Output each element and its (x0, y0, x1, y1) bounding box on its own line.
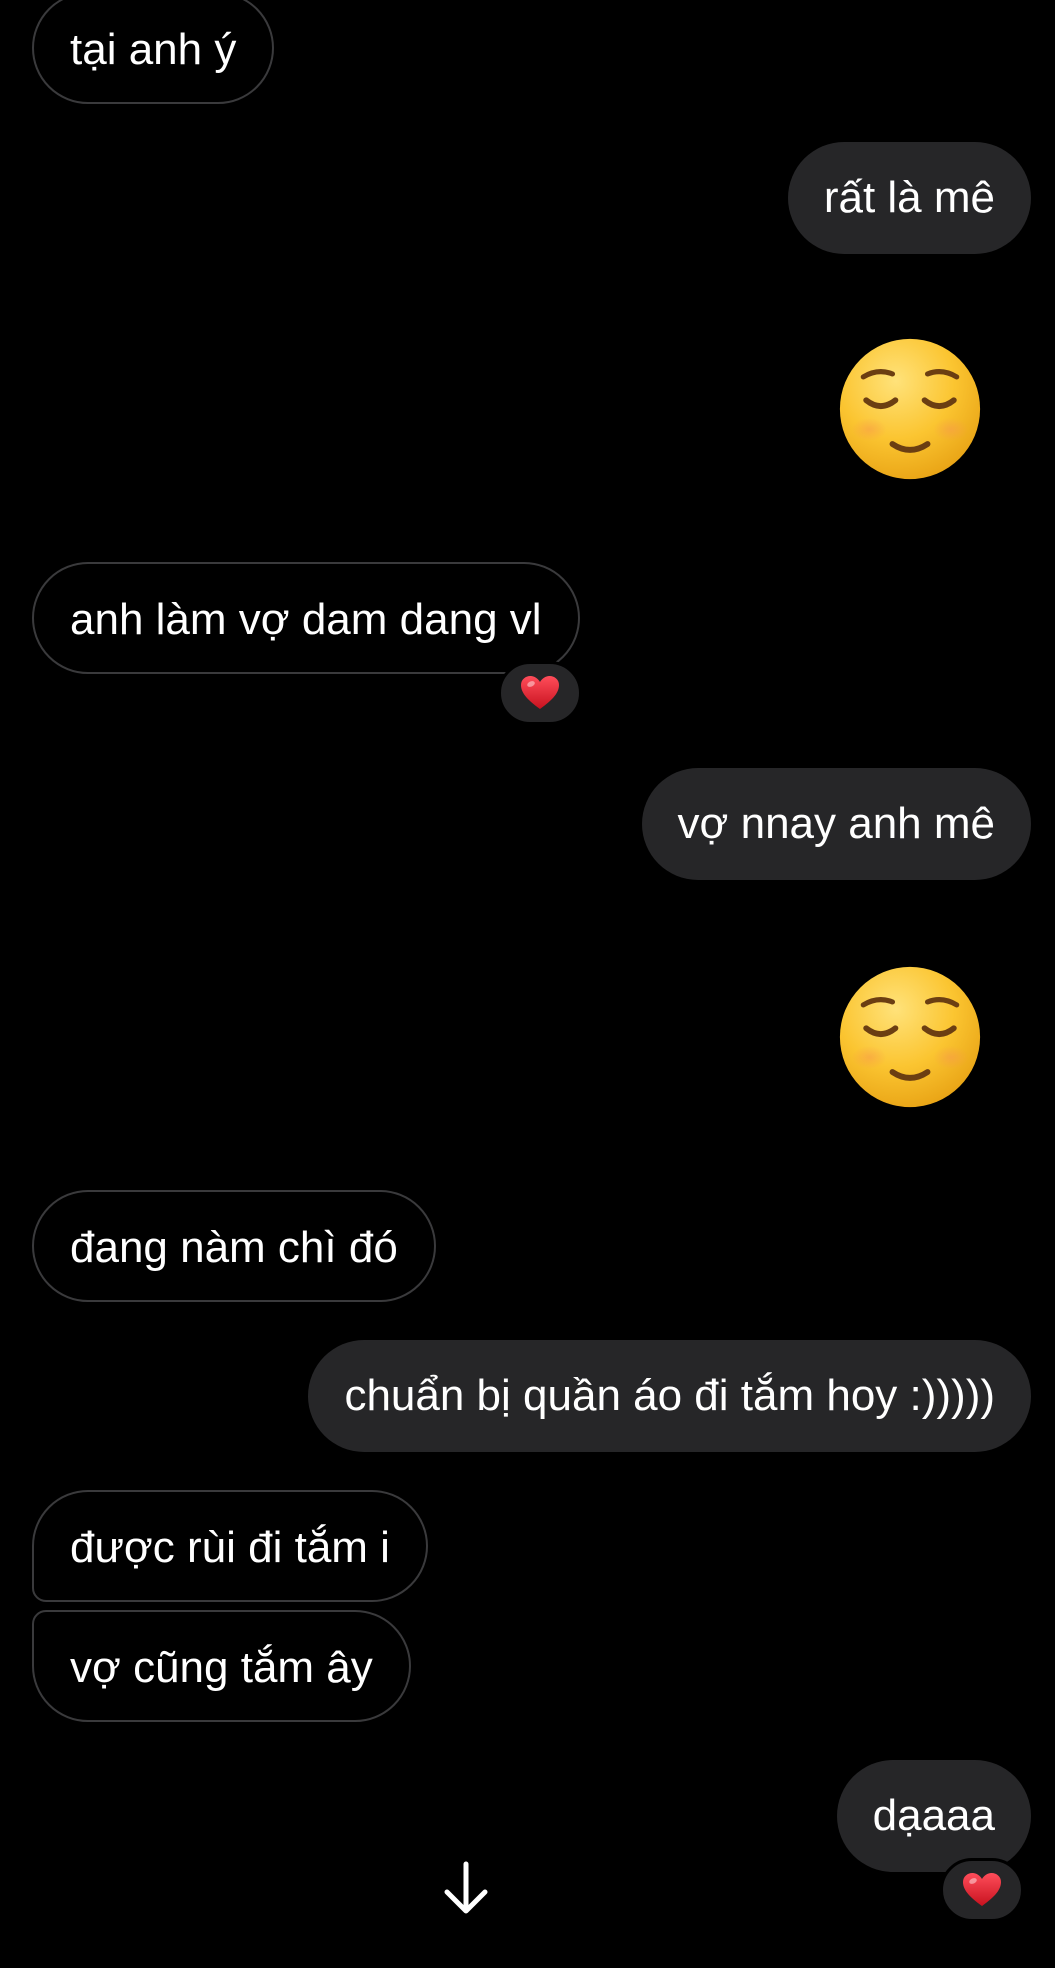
message-text: rất là mê (823, 173, 995, 222)
message-bubble-incoming[interactable]: tại anh ý (32, 0, 275, 104)
heart-icon (963, 1873, 1001, 1906)
relieved-face-icon[interactable] (837, 336, 983, 482)
message-bubble-incoming[interactable]: đang nàm chì đó (32, 1190, 436, 1302)
message-bubble-outgoing[interactable]: chuẩn bị quần áo đi tắm hoy :))))) (308, 1340, 1031, 1452)
reaction-badge[interactable] (940, 1858, 1024, 1922)
message-text: vợ nnay anh mê (677, 799, 995, 848)
message-bubble-outgoing[interactable]: dạaaa (836, 1760, 1031, 1872)
relieved-face-icon[interactable] (837, 964, 983, 1110)
message-bubble-incoming[interactable]: được rùi đi tắm i (32, 1490, 428, 1602)
message-text: đang nàm chì đó (70, 1223, 398, 1272)
message-text: anh làm vợ dam dang vl (70, 595, 542, 644)
message-bubble-incoming[interactable]: anh làm vợ dam dang vl (32, 562, 580, 674)
reaction-badge[interactable] (498, 661, 582, 725)
message-bubble-outgoing[interactable]: rất là mê (787, 142, 1031, 254)
message-text: vợ cũng tắm ây (70, 1643, 373, 1692)
message-text: được rùi đi tắm i (70, 1523, 390, 1572)
message-text: chuẩn bị quần áo đi tắm hoy :))))) (344, 1371, 995, 1420)
heart-icon (521, 676, 559, 709)
message-bubble-incoming[interactable]: vợ cũng tắm ây (32, 1610, 411, 1722)
arrow-down-icon[interactable] (441, 1860, 491, 1916)
chat-thread[interactable]: tại anh ý rất là mê anh làm vợ dam dang … (0, 0, 1055, 1968)
message-bubble-outgoing[interactable]: vợ nnay anh mê (641, 768, 1031, 880)
message-text: tại anh ý (70, 25, 237, 74)
message-text: dạaaa (872, 1791, 995, 1840)
